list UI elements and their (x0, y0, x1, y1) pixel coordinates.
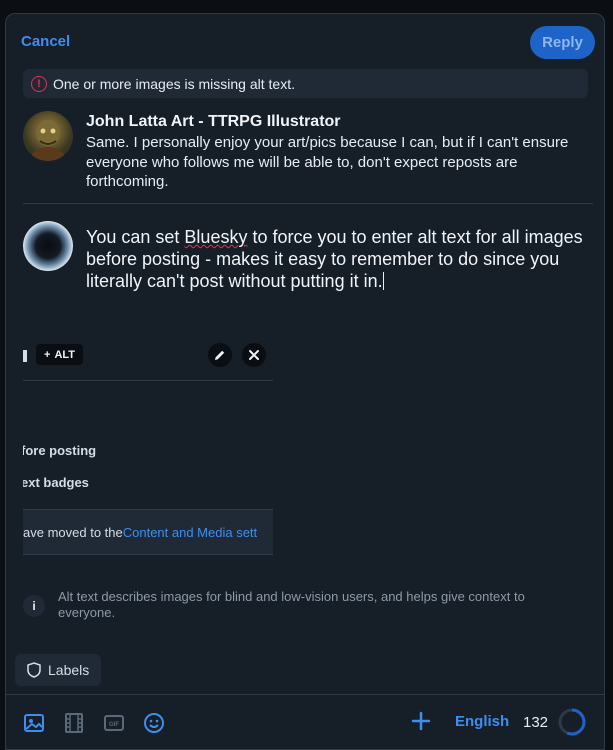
divider (23, 203, 593, 204)
parent-author-name: John Latta Art - TTRPG Illustrator (86, 113, 341, 130)
svg-text:GIF: GIF (109, 722, 119, 728)
character-progress-ring (558, 708, 586, 736)
image-edge-fragment (23, 350, 27, 362)
info-icon: i (23, 595, 45, 617)
image-notice-text: ave moved to the (23, 524, 123, 540)
composer-header: Cancel Reply (6, 14, 604, 70)
close-icon (249, 350, 259, 360)
edit-image-button[interactable] (208, 343, 232, 367)
add-alt-text-button[interactable]: + ALT (36, 344, 84, 365)
character-count: 132 (523, 714, 549, 731)
parent-author-avatar (23, 111, 73, 161)
add-thread-post-button[interactable] (409, 709, 433, 733)
alt-info-text: Alt text describes images for blind and … (58, 589, 525, 620)
misspelled-word: Bluesky (184, 227, 248, 247)
image-icon[interactable] (23, 712, 45, 734)
emoji-icon[interactable] (143, 712, 165, 734)
post-text-input[interactable]: You can set Bluesky to force you to ente… (86, 226, 586, 292)
image-notice-link: Content and Media sett (122, 524, 258, 540)
language-selector[interactable]: English (455, 713, 509, 730)
cancel-button[interactable]: Cancel (21, 33, 70, 50)
plus-icon: + (44, 348, 51, 361)
text-caret (382, 272, 384, 290)
video-icon[interactable] (63, 712, 85, 734)
alt-label: ALT (54, 348, 76, 361)
gif-icon[interactable]: GIF (103, 712, 125, 734)
alert-circle-icon: ! (31, 75, 47, 92)
warning-text: One or more images is missing alt text. (53, 75, 295, 92)
reply-composer-modal: Cancel Reply ! One or more images is mis… (5, 13, 605, 750)
missing-alt-warning: ! One or more images is missing alt text… (23, 69, 588, 98)
remove-image-button[interactable] (242, 343, 266, 367)
pencil-icon (215, 350, 225, 360)
image-text-line: ext badges (23, 475, 89, 490)
parent-post-text: Same. I personally enjoy your art/pics b… (86, 134, 569, 190)
image-divider-line (23, 380, 273, 381)
alt-text-info: i Alt text describes images for blind an… (23, 589, 573, 621)
labels-label: Labels (48, 662, 90, 678)
shield-icon (27, 662, 41, 678)
labels-button[interactable]: Labels (15, 654, 102, 686)
reply-button[interactable]: Reply (530, 26, 595, 59)
image-notice-box: ave moved to the Content and Media sett (23, 509, 273, 555)
user-avatar (23, 221, 73, 271)
composer-toolbar: GIF English 132 (6, 694, 604, 749)
image-text-line: fore posting (23, 443, 97, 458)
post-text-part: You can set (86, 227, 185, 247)
